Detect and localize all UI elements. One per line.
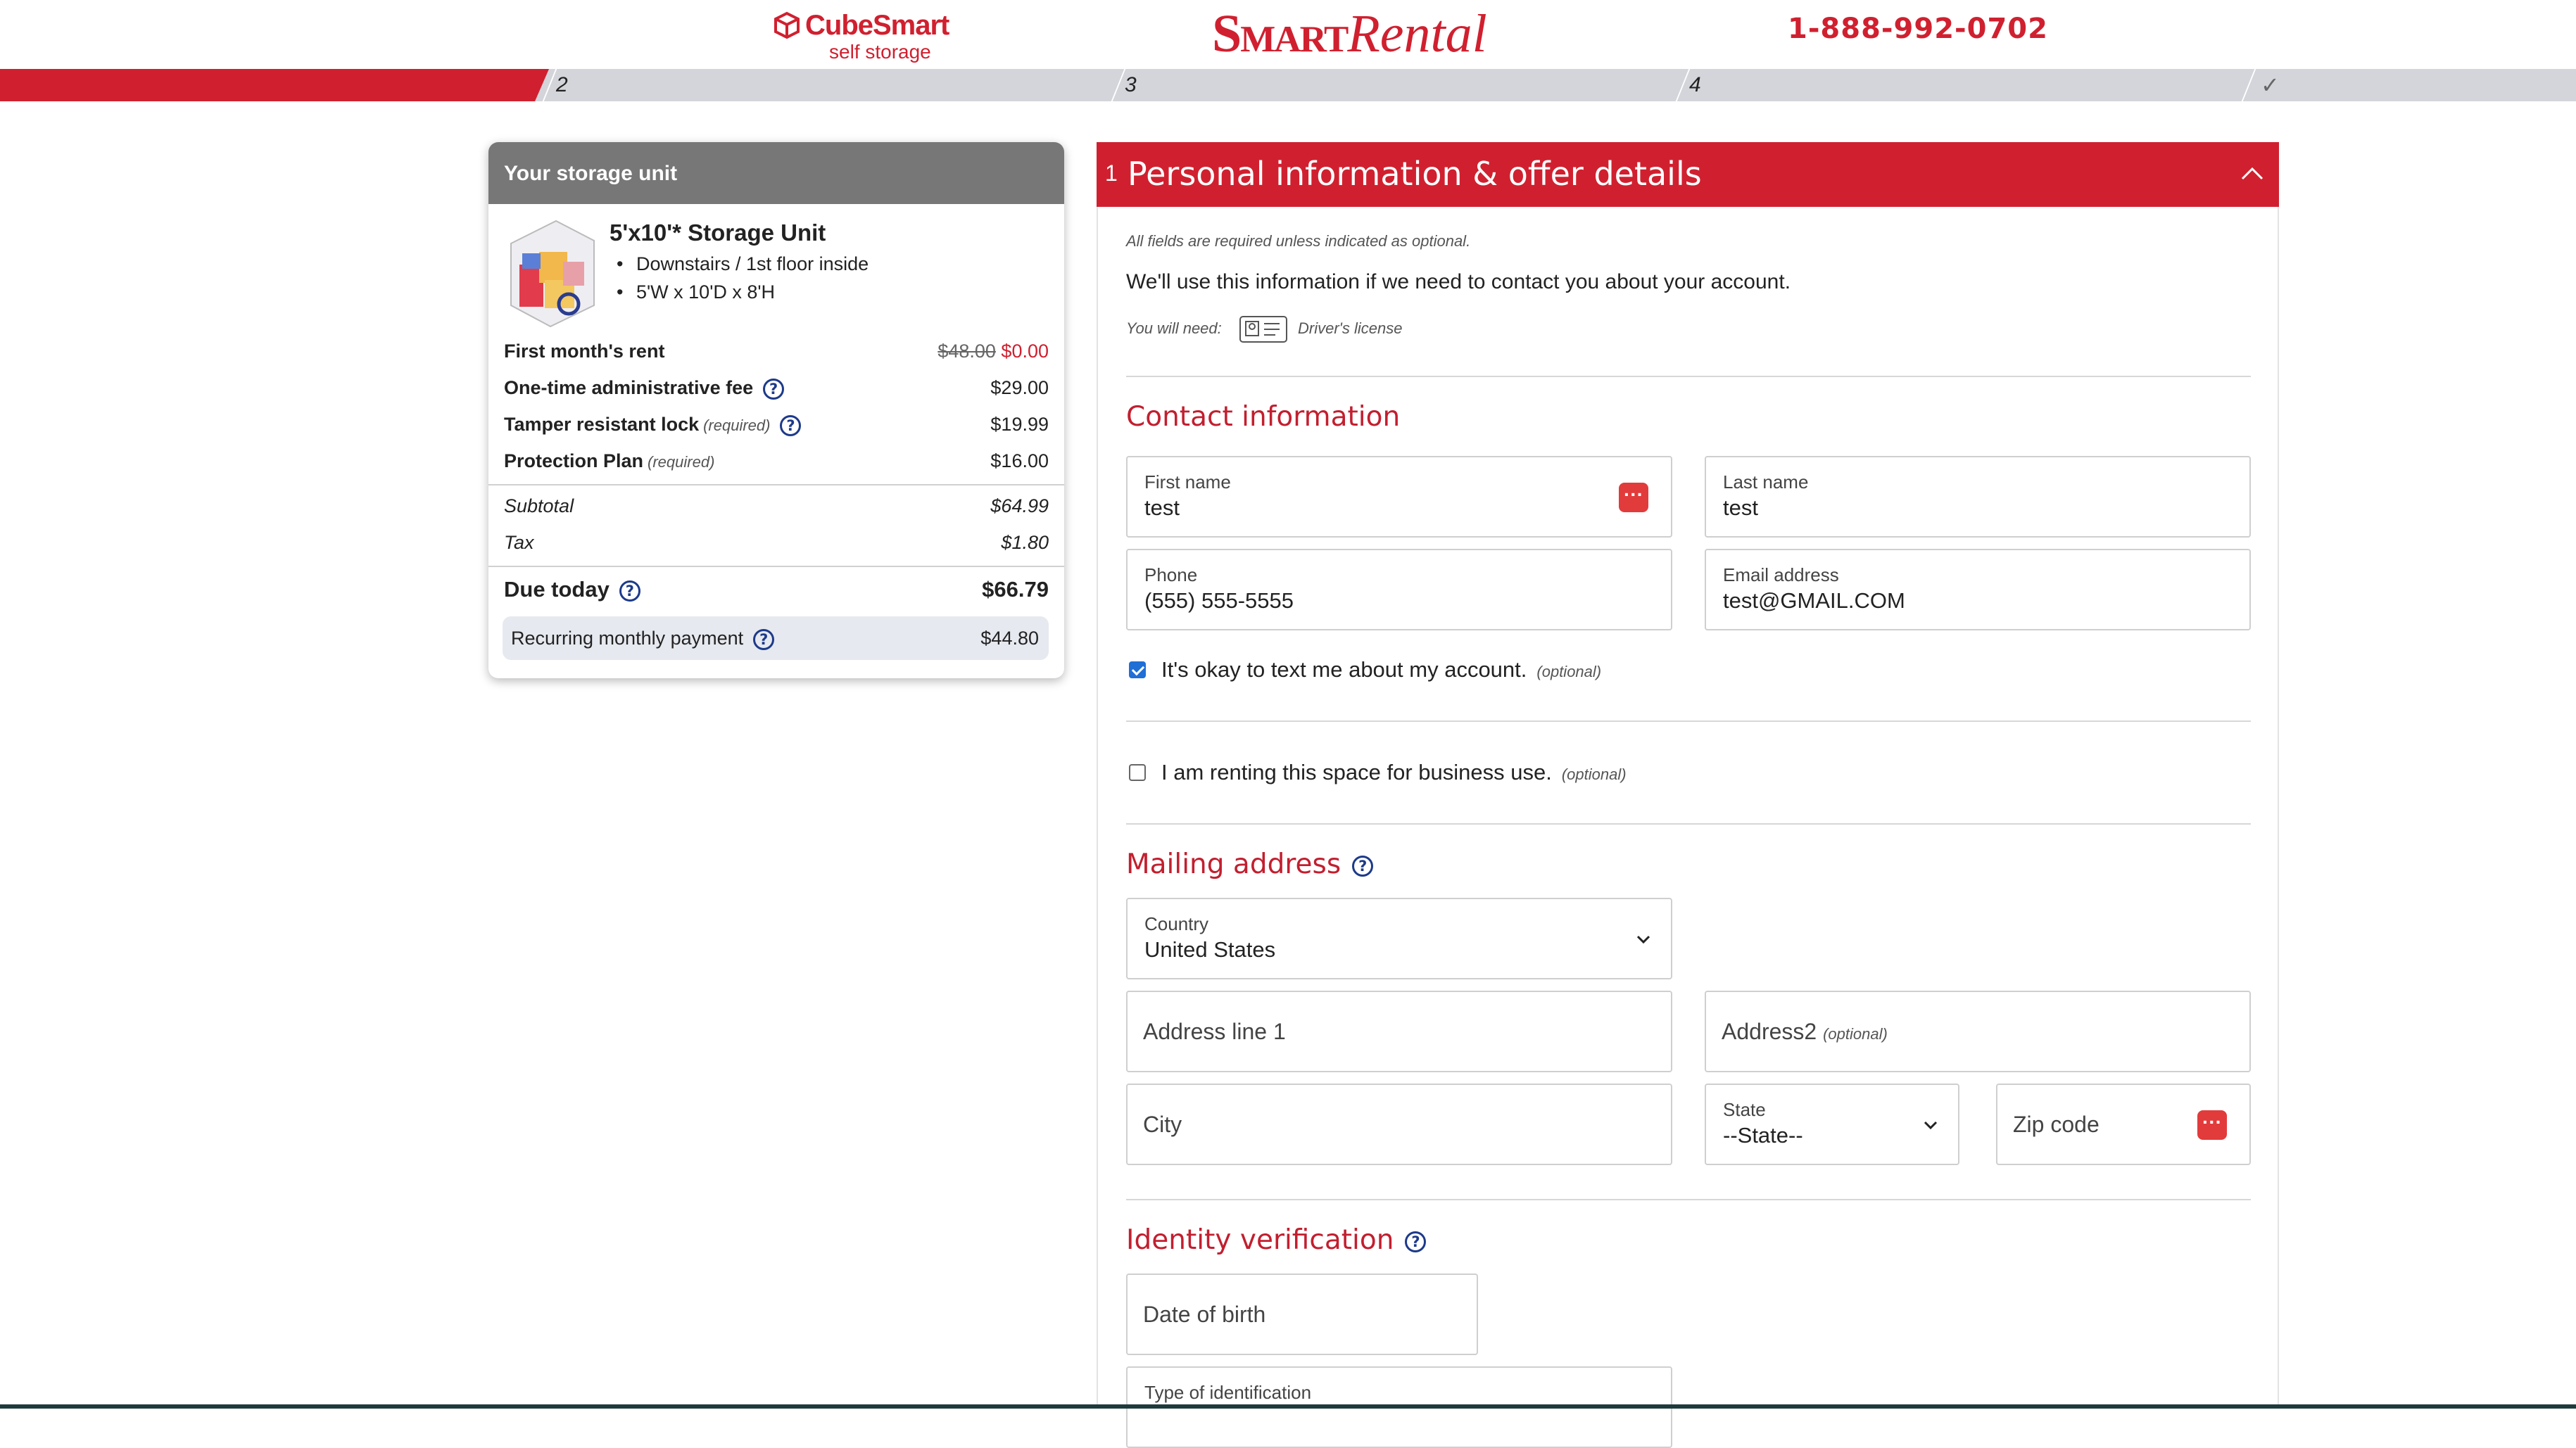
last-name-field[interactable]: Last name test: [1705, 456, 2251, 538]
state-select[interactable]: State --State--: [1705, 1084, 1959, 1165]
divider: [488, 484, 1064, 485]
first-month-rent-row: First month's rent $48.00 $0.00: [504, 341, 1049, 362]
storage-unit-summary-card: Your storage unit 5'x10'* Storage Unit D…: [488, 142, 1064, 678]
progress-step-2: 2: [542, 69, 1112, 101]
mailing-address-heading: Mailing address?: [1126, 849, 1374, 880]
help-icon[interactable]: ?: [619, 580, 640, 602]
cube-logo-icon: [774, 11, 800, 39]
brand-sub: self storage: [829, 41, 931, 63]
drivers-license-label: Driver's license: [1298, 319, 1403, 337]
chevron-down-icon: [1636, 935, 1650, 944]
subtotal-row: Subtotal $64.99: [504, 495, 1049, 516]
checkmark-icon: ✓: [2261, 72, 2280, 98]
divider: [1126, 376, 2251, 377]
summary-card-title: Your storage unit: [488, 142, 1064, 204]
phone-number-link[interactable]: 1-888-992-0702: [1788, 13, 2048, 45]
tax-row: Tax $1.80: [504, 532, 1049, 553]
password-manager-icon[interactable]: ···: [2197, 1110, 2227, 1140]
admin-fee-row: One-time administrative fee? $29.00: [504, 377, 1049, 400]
required-note: All fields are required unless indicated…: [1126, 232, 1471, 250]
city-field[interactable]: City: [1126, 1084, 1672, 1165]
zip-code-field[interactable]: Zip code ···: [1996, 1084, 2251, 1165]
smartrental-logo: SmartRental: [1212, 4, 1487, 63]
help-icon[interactable]: ?: [1352, 855, 1374, 877]
identity-verification-heading: Identity verification?: [1126, 1224, 1427, 1256]
divider: [1126, 1199, 2251, 1200]
progress-fill: [0, 69, 549, 101]
progress-step-3: 3: [1111, 69, 1681, 101]
password-manager-icon[interactable]: ···: [1619, 483, 1648, 512]
help-icon[interactable]: ?: [753, 628, 775, 650]
bottom-edge: [0, 1404, 2576, 1409]
recurring-payment-row: Recurring monthly payment? $44.80: [503, 616, 1049, 660]
cubesmart-logo[interactable]: CubeSmart self storage: [773, 8, 963, 63]
help-icon[interactable]: ?: [1405, 1231, 1427, 1252]
help-icon[interactable]: ?: [780, 414, 802, 436]
panel-title: Personal information & offer details: [1128, 155, 1702, 193]
address-line-2-field[interactable]: Address2 (optional): [1705, 991, 2251, 1072]
text-consent-checkbox[interactable]: [1129, 661, 1146, 678]
help-icon[interactable]: ?: [763, 378, 785, 400]
panel-header[interactable]: 1 Personal information & offer details: [1097, 142, 2279, 207]
intro-text: We'll use this information if we need to…: [1126, 270, 1791, 293]
unit-feature: Downstairs / 1st floor inside: [617, 253, 869, 275]
storage-unit-illustration-icon: [510, 220, 595, 328]
due-today-row: Due today? $66.79: [504, 577, 1049, 602]
text-consent-label: It's okay to text me about my account. (o…: [1161, 657, 1602, 682]
unit-name: 5'x10'* Storage Unit: [610, 220, 826, 246]
first-name-field[interactable]: First name test ···: [1126, 456, 1672, 538]
progress-step-complete: ✓: [2241, 69, 2576, 101]
checkout-progress-bar: 2 3 4 ✓: [0, 69, 2576, 101]
divider: [488, 566, 1064, 567]
address-line-1-field[interactable]: Address line 1: [1126, 991, 1672, 1072]
brand-name: CubeSmart: [805, 10, 949, 41]
chevron-down-icon: [1924, 1121, 1938, 1130]
progress-step-4: 4: [1675, 69, 2245, 101]
divider: [1126, 823, 2251, 825]
site-header: CubeSmart self storage SmartRental 1-888…: [0, 0, 2576, 69]
step-number: 1: [1105, 160, 1118, 186]
divider: [1126, 720, 2251, 722]
drivers-license-icon: [1239, 316, 1287, 343]
protection-plan-row: Protection Plan (required) $16.00: [504, 450, 1049, 471]
phone-field[interactable]: Phone (555) 555-5555: [1126, 549, 1672, 630]
chevron-up-icon[interactable]: [2240, 160, 2265, 186]
country-select[interactable]: Country United States: [1126, 898, 1672, 979]
you-will-need-label: You will need:: [1126, 319, 1222, 337]
business-use-label: I am renting this space for business use…: [1161, 760, 1627, 785]
date-of-birth-field[interactable]: Date of birth: [1126, 1274, 1478, 1355]
contact-info-heading: Contact information: [1126, 401, 1401, 433]
lock-row: Tamper resistant lock (required)? $19.99: [504, 414, 1049, 436]
unit-feature: 5'W x 10'D x 8'H: [617, 281, 775, 303]
business-use-checkbox[interactable]: [1129, 764, 1146, 781]
personal-info-panel: 1 Personal information & offer details A…: [1097, 142, 2279, 1448]
email-field[interactable]: Email address test@GMAIL.COM: [1705, 549, 2251, 630]
